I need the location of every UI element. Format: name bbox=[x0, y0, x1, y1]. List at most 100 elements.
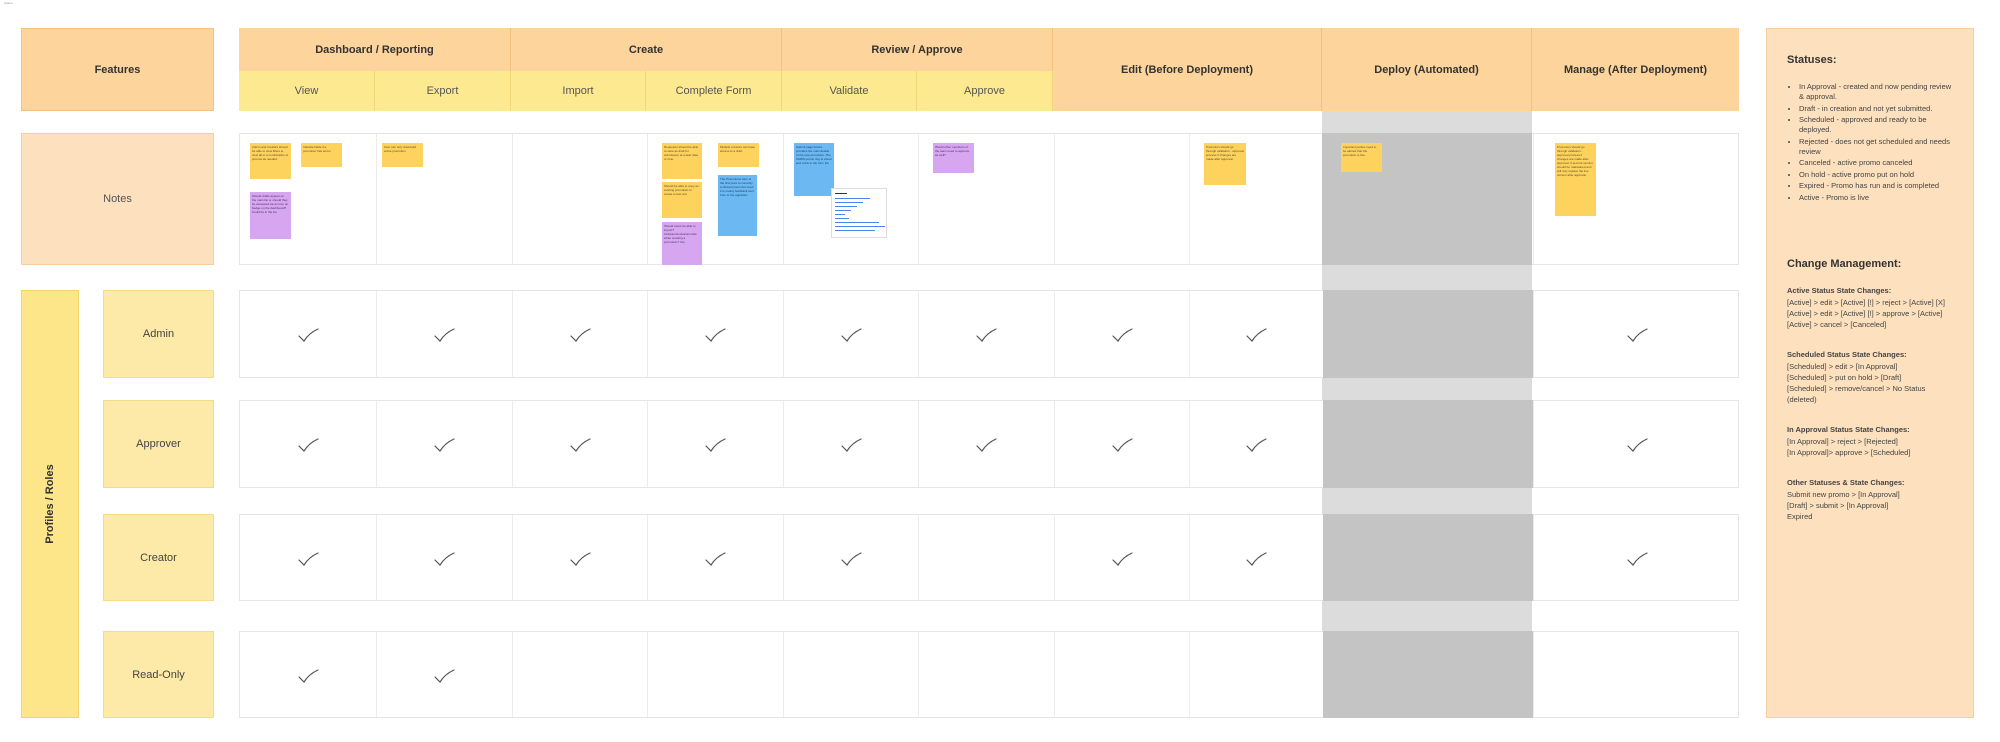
checkmark-icon bbox=[434, 668, 455, 683]
state-change-line: Submit new promo > [In Approval] bbox=[1787, 489, 1900, 499]
role-read-only: Read-Only bbox=[103, 631, 214, 718]
deploy-gap-band bbox=[1322, 601, 1532, 631]
checkmark-icon bbox=[569, 551, 591, 566]
state-change-line: [Scheduled] > put on hold > [Draft] bbox=[1787, 372, 1902, 382]
checkmark-icon bbox=[298, 438, 319, 452]
checkmark-icon bbox=[434, 551, 455, 566]
deploy-cell bbox=[1323, 631, 1533, 718]
status-item: Expired - Promo has run and is completed bbox=[1799, 181, 1953, 191]
checkmark-icon bbox=[705, 328, 726, 342]
group-create: Create bbox=[511, 28, 782, 71]
sticky-note: Would other members of the team need to … bbox=[933, 143, 974, 173]
checkmark-icon bbox=[1626, 328, 1648, 342]
state-change-group: Active Status State Changes: [Active] > e… bbox=[1787, 286, 1953, 330]
deploy-gap-band bbox=[1322, 378, 1532, 400]
sticky-note: Important parties need to be alerted tha… bbox=[1341, 143, 1382, 172]
checkmark-icon bbox=[1246, 438, 1267, 452]
checkmark-icon bbox=[1111, 551, 1133, 566]
deploy-cell bbox=[1323, 514, 1533, 601]
change-management-title: Change Management: bbox=[1787, 257, 1902, 270]
notes-header: Notes bbox=[21, 133, 214, 265]
checkmark-icon bbox=[298, 551, 319, 566]
checkmark-icon bbox=[434, 328, 455, 342]
subcol-complete-form: Complete Form bbox=[646, 71, 782, 111]
state-change-group: Scheduled Status State Changes: [Schedule… bbox=[1787, 350, 1953, 405]
checkmark-icon bbox=[705, 438, 726, 452]
deploy-cell bbox=[1323, 290, 1533, 378]
status-item: Active - Promo is live bbox=[1799, 193, 1953, 203]
checkmark-icon bbox=[976, 328, 997, 342]
state-change-line: [Scheduled] > remove/cancel > No Status … bbox=[1787, 383, 1926, 404]
sticky-note: Multiple creators can have access to a d… bbox=[718, 143, 759, 167]
corner-label: Status bbox=[4, 1, 13, 5]
sticky-note: User can only download entire promotion bbox=[382, 143, 423, 167]
state-change-line: [Active] > edit > [Active] [!] > approve… bbox=[1787, 308, 1943, 318]
state-change-line: [In Approval] > reject > [Rejected] bbox=[1787, 436, 1898, 446]
subcol-view: View bbox=[239, 71, 375, 111]
checkmark-icon bbox=[569, 438, 591, 452]
checkmark-icon bbox=[840, 328, 862, 342]
state-change-line: [Scheduled] > edit > [In Approval] bbox=[1787, 361, 1898, 371]
role-creator: Creator bbox=[103, 514, 214, 601]
sticky-note: Should users be able to import? Inclusio… bbox=[662, 222, 702, 265]
sticky-note: Submit page before provides the main det… bbox=[794, 143, 834, 196]
state-change-line: Expired bbox=[1787, 511, 1813, 521]
state-change-line: [Active] > cancel > [Canceled] bbox=[1787, 319, 1887, 329]
checkmark-icon bbox=[298, 328, 319, 342]
status-item: In Approval - created and now pending re… bbox=[1799, 82, 1953, 102]
checkmark-icon bbox=[705, 551, 726, 566]
checkmark-icon bbox=[1626, 551, 1648, 566]
subcol-export: Export bbox=[375, 71, 511, 111]
status-item: Draft - in creation and not yet submitte… bbox=[1799, 104, 1953, 114]
group-review-approve: Review / Approve bbox=[782, 28, 1053, 71]
checkmark-icon bbox=[840, 551, 862, 566]
form-screenshot-thumbnail bbox=[831, 188, 887, 238]
change-management-groups: Active Status State Changes: [Active] > e… bbox=[1787, 286, 1953, 522]
state-change-group: Other Statuses & State Changes: Submit ne… bbox=[1787, 478, 1953, 522]
state-change-group-title: Active Status State Changes: bbox=[1787, 285, 1892, 295]
checkmark-icon bbox=[569, 328, 591, 342]
state-change-line: [In Approval]> approve > [Scheduled] bbox=[1787, 447, 1911, 457]
checkmark-icon bbox=[1111, 438, 1133, 452]
status-item: Scheduled - approved and ready to be dep… bbox=[1799, 115, 1953, 135]
role-approver: Approver bbox=[103, 400, 214, 488]
sticky-note: Should be able to copy an existing promo… bbox=[662, 182, 702, 218]
state-change-group-title: Other Statuses & State Changes: bbox=[1787, 477, 1905, 487]
profiles-roles-bar: Profiles / Roles bbox=[21, 290, 79, 718]
group-manage-after-deployment: Manage (After Deployment) bbox=[1532, 28, 1739, 111]
status-item: Canceled - active promo canceled bbox=[1799, 158, 1953, 168]
status-item: On hold - active promo put on hold bbox=[1799, 170, 1953, 180]
role-row-read-only bbox=[239, 631, 1739, 718]
status-item: Rejected - does not get scheduled and ne… bbox=[1799, 137, 1953, 157]
features-header: Features bbox=[21, 28, 214, 111]
deploy-gap-band bbox=[1322, 488, 1532, 514]
checkmark-icon bbox=[1111, 328, 1133, 342]
checkmark-icon bbox=[298, 668, 319, 683]
checkmark-icon bbox=[1626, 438, 1648, 452]
sticky-note: Promotion should go through validation -… bbox=[1204, 143, 1246, 185]
statuses-list: In Approval - created and now pending re… bbox=[1787, 82, 1953, 203]
state-change-group-title: In Approval Status State Changes: bbox=[1787, 424, 1910, 434]
role-row-creator bbox=[239, 514, 1739, 601]
subcol-import: Import bbox=[511, 71, 646, 111]
checkmark-icon bbox=[1246, 328, 1267, 342]
subcol-approve: Approve bbox=[917, 71, 1053, 111]
state-change-line: [Draft] > submit > [In Approval] bbox=[1787, 500, 1889, 510]
state-change-line: [Active] > edit > [Active] [!] > reject … bbox=[1787, 297, 1945, 307]
checkmark-icon bbox=[1246, 551, 1267, 566]
status-panel: Statuses: In Approval - created and now … bbox=[1766, 28, 1974, 718]
deploy-gap-band bbox=[1322, 111, 1532, 133]
sticky-note: Admin and creators should be able to vie… bbox=[250, 143, 291, 179]
checkmark-icon bbox=[434, 438, 455, 452]
role-row-approver bbox=[239, 400, 1739, 488]
checkmark-icon bbox=[976, 438, 997, 452]
sticky-note: The Promotions form is the first point t… bbox=[718, 175, 757, 236]
group-edit-before-deployment: Edit (Before Deployment) bbox=[1053, 28, 1322, 111]
profiles-roles-label: Profiles / Roles bbox=[44, 464, 56, 544]
state-change-group: In Approval Status State Changes: [In App… bbox=[1787, 425, 1953, 458]
statuses-title: Statuses: bbox=[1787, 54, 1837, 66]
sticky-note: Indicate fields if a promotion has error… bbox=[301, 143, 342, 167]
role-row-admin bbox=[239, 290, 1739, 378]
deploy-gap-band bbox=[1322, 265, 1532, 290]
sticky-note: Requestor should be able to save as draf… bbox=[662, 143, 702, 179]
